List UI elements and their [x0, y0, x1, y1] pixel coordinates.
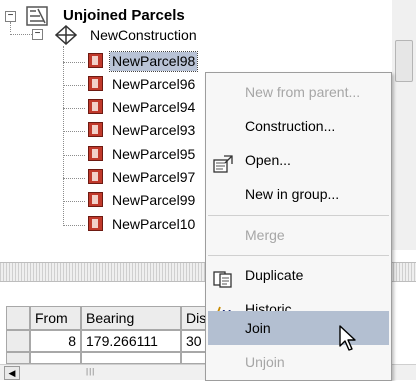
cell-from[interactable]: 8 — [30, 330, 81, 352]
tree-connector — [63, 85, 85, 86]
menu-separator — [208, 215, 389, 216]
parcel-icon — [88, 76, 103, 91]
tree-connector — [63, 178, 85, 179]
menu-item-duplicate[interactable]: Duplicate — [208, 258, 389, 292]
menu-item-new-from-parent[interactable]: New from parent... — [208, 75, 389, 109]
parcel-label: NewParcel98 — [108, 51, 199, 72]
scroll-left-arrow[interactable]: ◀ — [4, 366, 20, 380]
parcel-icon — [88, 53, 103, 68]
tree-connector — [63, 201, 85, 202]
row-header[interactable] — [6, 352, 30, 364]
root-collapse-toggle[interactable]: − — [5, 11, 16, 22]
construction-collapse-toggle[interactable]: − — [32, 29, 43, 40]
mouse-cursor-icon — [338, 324, 360, 352]
row-header[interactable] — [6, 330, 30, 352]
unjoined-parcels-icon — [26, 6, 48, 26]
parcel-label: NewParcel99 — [112, 192, 196, 208]
cell-bearing[interactable]: 179.266111 — [81, 330, 181, 352]
tree-connector — [63, 155, 85, 156]
menu-item-unjoin[interactable]: Unjoin — [208, 345, 389, 379]
scrollbar-grip[interactable]: ||| — [86, 367, 95, 376]
menu-item-merge[interactable]: Merge — [208, 218, 389, 252]
parcel-label: NewParcel96 — [112, 76, 196, 92]
parcel-label: NewParcel97 — [112, 169, 196, 185]
tree-vertical-scrollbar[interactable] — [392, 0, 416, 250]
parcel-label: NewParcel10 — [112, 216, 196, 232]
open-icon — [212, 151, 234, 173]
column-header-bearing[interactable]: Bearing — [81, 306, 181, 330]
unjoined-parcels-label[interactable]: Unjoined Parcels — [63, 7, 185, 24]
context-menu: New from parent... Construction... Open.… — [205, 72, 392, 381]
parcel-label: NewParcel94 — [112, 99, 196, 115]
menu-separator — [208, 255, 389, 256]
duplicate-icon — [212, 266, 234, 288]
cell-bearing[interactable] — [81, 352, 181, 364]
scrollbar-thumb[interactable] — [395, 40, 413, 82]
tree-connector — [63, 131, 85, 132]
tree-connector — [63, 46, 64, 226]
grid-corner — [6, 306, 30, 330]
tree-connector — [63, 108, 85, 109]
parcel-icon — [88, 122, 103, 137]
parcel-icon — [88, 169, 103, 184]
menu-item-join[interactable]: Join — [208, 311, 389, 345]
construction-label[interactable]: NewConstruction — [90, 27, 197, 43]
menu-item-open[interactable]: Open... — [208, 143, 389, 177]
tree-connector — [10, 22, 11, 32]
cell-from[interactable] — [30, 352, 81, 364]
parcel-label: NewParcel95 — [112, 146, 196, 162]
menu-item-construction[interactable]: Construction... — [208, 109, 389, 143]
parcel-icon — [88, 192, 103, 207]
tree-connector — [63, 62, 85, 63]
parcel-label: NewParcel93 — [112, 122, 196, 138]
parcel-icon — [88, 99, 103, 114]
construction-icon — [54, 24, 78, 46]
tree-connector — [63, 225, 85, 226]
column-header-from[interactable]: From — [30, 306, 81, 330]
menu-item-new-in-group[interactable]: New in group... — [208, 177, 389, 211]
parcel-icon — [88, 216, 103, 231]
tree-connector — [10, 34, 32, 35]
parcel-icon — [88, 146, 103, 161]
